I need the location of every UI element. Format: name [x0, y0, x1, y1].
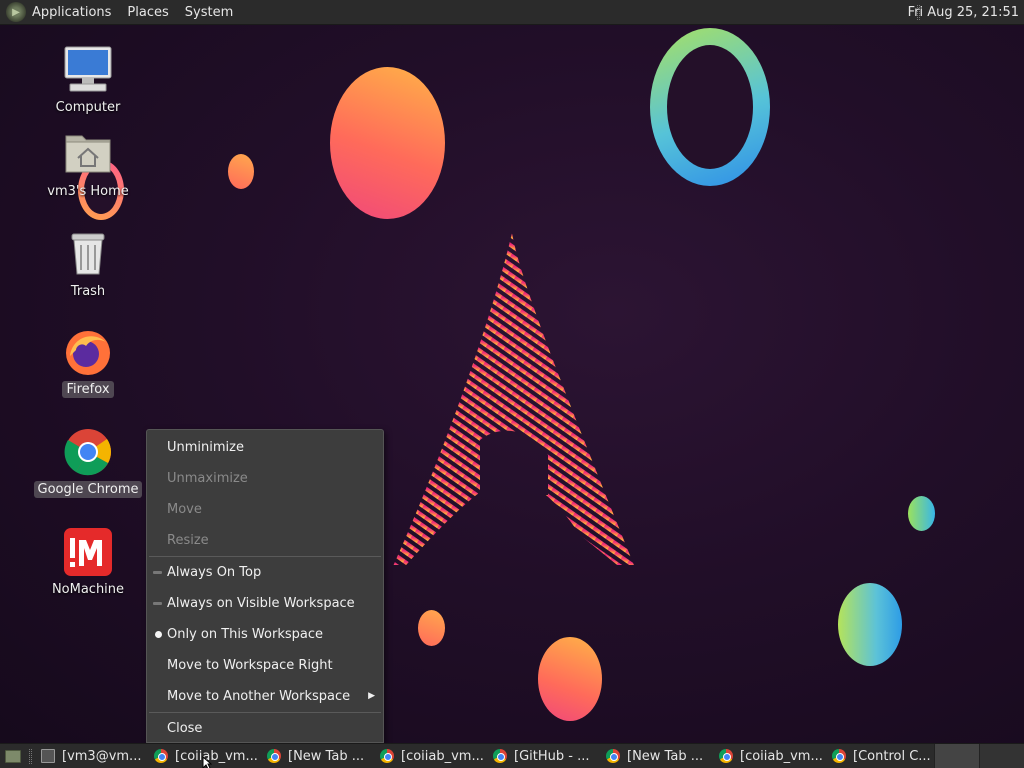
terminal-icon: [41, 749, 55, 763]
menu-item-label: Unmaximize: [167, 471, 248, 486]
taskbar-item-label: [coiiab_vm...: [740, 748, 823, 764]
desktop-icon-nomachine[interactable]: NoMachine: [33, 526, 143, 598]
chrome-icon: [267, 749, 281, 763]
taskbar-item[interactable]: [GitHub - ...: [489, 744, 602, 768]
desktop-icon-home[interactable]: vm3's Home: [33, 128, 143, 200]
menu-item-label: Close: [167, 721, 203, 736]
desktop-icon-computer[interactable]: Computer: [33, 44, 143, 116]
menu-item-resize: Resize: [147, 525, 383, 556]
system-menu[interactable]: System: [177, 0, 241, 25]
taskbar-item-label: [New Tab ...: [288, 748, 365, 764]
bottom-taskbar: [vm3@vm... [coiiab_vm... [New Tab ... [c…: [0, 743, 1024, 768]
mouse-cursor-icon: [202, 756, 212, 768]
menu-item-move-to-another-workspace[interactable]: Move to Another Workspace ▶: [147, 681, 383, 712]
wallpaper-orb: [228, 154, 254, 189]
desktop-icon-label: NoMachine: [51, 582, 125, 597]
menu-item-label: Resize: [167, 533, 209, 548]
show-desktop-icon: [5, 749, 21, 763]
chrome-icon: [606, 749, 620, 763]
wallpaper-orb: [418, 610, 445, 646]
places-menu[interactable]: Places: [119, 0, 176, 25]
applications-menu[interactable]: Applications: [30, 0, 119, 25]
desktop-icon-label: Computer: [55, 100, 121, 115]
menu-item-always-on-top[interactable]: Always On Top: [147, 557, 383, 588]
workspace-2[interactable]: [979, 744, 1024, 768]
top-panel: ▶ Applications Places System Fri Aug 25,…: [0, 0, 1024, 25]
menu-logo-icon[interactable]: ▶: [6, 2, 26, 22]
chrome-icon: [64, 429, 112, 476]
chrome-icon: [832, 749, 846, 763]
taskbar-item[interactable]: [New Tab ...: [263, 744, 376, 768]
desktop-icon-label: Firefox: [62, 381, 114, 398]
desktop-icon-label: Google Chrome: [33, 481, 143, 498]
menu-item-move-to-workspace-right[interactable]: Move to Workspace Right: [147, 650, 383, 681]
wallpaper-ring: [650, 28, 770, 186]
trash-icon: [71, 233, 105, 275]
unchecked-marker-icon: [153, 602, 162, 605]
wallpaper-orb: [330, 67, 445, 219]
taskbar-item-label: [New Tab ...: [627, 748, 704, 764]
taskbar-item[interactable]: [vm3@vm...: [37, 744, 150, 768]
taskbar-item[interactable]: [coiiab_vm...: [715, 744, 828, 768]
nomachine-icon: [64, 528, 112, 576]
menu-item-unminimize[interactable]: Unminimize: [147, 432, 383, 463]
chrome-icon: [380, 749, 394, 763]
firefox-icon: [66, 331, 110, 375]
desktop-icon-label: vm3's Home: [47, 184, 129, 199]
desktop-icon-chrome[interactable]: Google Chrome: [33, 426, 143, 498]
unchecked-marker-icon: [153, 571, 162, 574]
menu-item-only-on-this-workspace[interactable]: Only on This Workspace: [147, 619, 383, 650]
taskbar-separator: [29, 748, 32, 764]
taskbar-item-label: [Control C...: [853, 748, 931, 764]
menu-item-always-on-visible-workspace[interactable]: Always on Visible Workspace: [147, 588, 383, 619]
workspace-1[interactable]: [934, 744, 979, 768]
menu-item-label: Move to Workspace Right: [167, 658, 333, 673]
arch-logo: [393, 233, 634, 565]
desktop-icon-label: Trash: [70, 284, 106, 299]
taskbar-item-label: [GitHub - ...: [514, 748, 590, 764]
taskbar-item-label: [vm3@vm...: [62, 748, 142, 764]
chrome-icon: [493, 749, 507, 763]
workspace-switcher[interactable]: [934, 744, 1024, 768]
taskbar-item[interactable]: [New Tab ...: [602, 744, 715, 768]
desktop-icon-trash[interactable]: Trash: [33, 228, 143, 300]
submenu-arrow-icon: ▶: [368, 691, 375, 701]
show-desktop-button[interactable]: [2, 745, 24, 767]
menu-item-label: Only on This Workspace: [167, 627, 323, 642]
wallpaper-orb: [838, 583, 902, 666]
chrome-icon: [154, 749, 168, 763]
menu-item-label: Move: [167, 502, 202, 517]
menu-item-unmaximize: Unmaximize: [147, 463, 383, 494]
menu-item-move: Move: [147, 494, 383, 525]
taskbar-item[interactable]: [coiiab_vm...: [376, 744, 489, 768]
chrome-icon: [719, 749, 733, 763]
computer-icon: [64, 46, 112, 92]
menu-item-label: Move to Another Workspace: [167, 689, 351, 704]
wallpaper-orb: [908, 496, 935, 531]
taskbar-item[interactable]: [Control C...: [828, 744, 941, 768]
menu-item-close[interactable]: Close: [147, 713, 383, 744]
radio-selected-icon: [155, 631, 162, 638]
home-folder-icon: [65, 135, 111, 173]
window-context-menu: Unminimize Unmaximize Move Resize Always…: [146, 429, 384, 743]
clock[interactable]: Fri Aug 25, 21:51: [908, 0, 1019, 25]
taskbar-item-label: [coiiab_vm...: [401, 748, 484, 764]
menu-item-label: Always On Top: [167, 565, 262, 580]
wallpaper-orb: [538, 637, 602, 721]
desktop-icon-firefox[interactable]: Firefox: [33, 326, 143, 398]
menu-item-label: Always on Visible Workspace: [167, 596, 355, 611]
taskbar-item-label: [coiiab_vm...: [175, 748, 258, 764]
menu-item-label: Unminimize: [167, 440, 244, 455]
